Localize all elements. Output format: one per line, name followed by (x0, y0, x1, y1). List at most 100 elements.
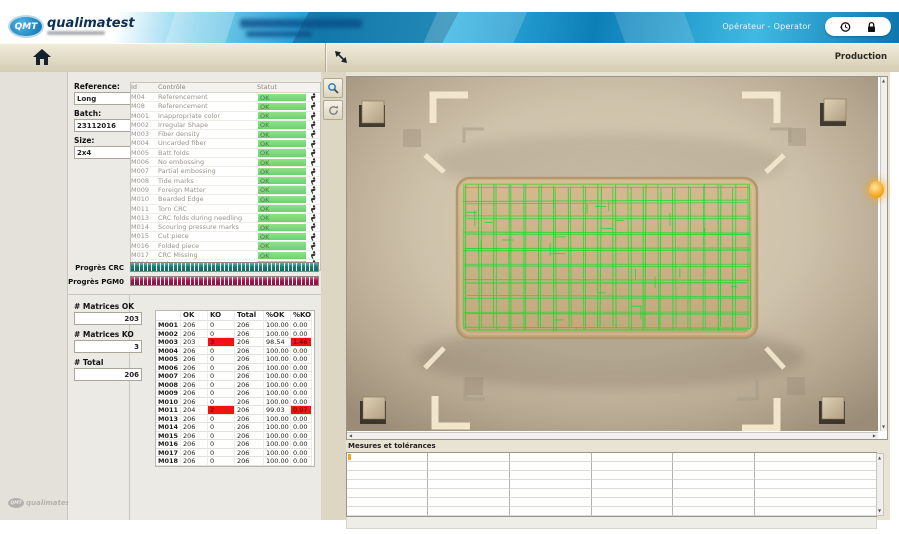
measure-cell[interactable] (592, 453, 673, 462)
total-input[interactable] (74, 368, 142, 381)
measure-cell[interactable] (592, 480, 673, 489)
measure-cell[interactable] (755, 489, 876, 498)
checklist-row[interactable]: M005 Batt folds OK (131, 149, 320, 158)
measure-cell[interactable] (510, 507, 592, 516)
measure-cell[interactable] (592, 489, 673, 498)
run-control-icon[interactable] (307, 251, 320, 259)
measure-cell[interactable] (510, 462, 592, 471)
run-control-icon[interactable] (307, 223, 320, 231)
checklist-row[interactable]: M014 Scouring pressure marks OK (131, 223, 320, 232)
session-pill[interactable] (825, 17, 891, 36)
checklist-row[interactable]: M010 Bearded Edge OK (131, 195, 320, 204)
scroll-left-icon[interactable]: ◀ (349, 434, 352, 438)
measure-cell[interactable] (510, 453, 592, 462)
measure-cell[interactable] (755, 480, 876, 489)
run-control-icon[interactable] (307, 186, 320, 194)
checklist-row[interactable]: M013 CRC folds during needling OK (131, 214, 320, 223)
measure-cell[interactable] (592, 462, 673, 471)
measure-cell[interactable] (510, 489, 592, 498)
measure-cell[interactable] (673, 462, 755, 471)
measure-cell[interactable] (428, 480, 510, 489)
viewer-horizontal-scrollbar[interactable]: ◀ ▶ (347, 432, 878, 439)
measure-cell[interactable] (510, 480, 592, 489)
run-control-icon[interactable] (307, 149, 320, 157)
checklist-row[interactable]: M08 Referencement OK (131, 102, 320, 111)
measure-cell[interactable] (673, 471, 755, 480)
run-control-icon[interactable] (307, 121, 320, 129)
measure-cell[interactable] (592, 471, 673, 480)
expand-view-button[interactable] (332, 49, 350, 67)
zoom-tool-button[interactable] (323, 78, 343, 98)
run-control-icon[interactable] (307, 93, 320, 101)
checklist-row[interactable]: M001 Inappropriate color OK (131, 112, 320, 121)
measure-cell[interactable] (347, 489, 428, 498)
measure-cell[interactable] (755, 507, 876, 516)
history-clock-icon[interactable] (839, 21, 851, 33)
run-control-icon[interactable] (307, 205, 320, 213)
checklist-row[interactable]: M003 Fiber density OK (131, 130, 320, 139)
measure-cell[interactable] (755, 498, 876, 507)
measure-cell[interactable] (347, 480, 428, 489)
run-control-icon[interactable] (307, 195, 320, 203)
measure-cell[interactable] (428, 471, 510, 480)
run-control-icon[interactable] (307, 168, 320, 176)
measure-cell[interactable] (347, 498, 428, 507)
run-control-icon[interactable] (307, 177, 320, 185)
measure-cell[interactable] (428, 498, 510, 507)
checklist-row[interactable]: M002 Irregular Shape OK (131, 121, 320, 130)
home-button[interactable] (30, 48, 54, 68)
run-control-icon[interactable] (307, 130, 320, 138)
run-control-icon[interactable] (307, 112, 320, 120)
camera-image[interactable] (347, 77, 878, 431)
matrices-ko-input[interactable] (74, 340, 142, 353)
measure-cell[interactable] (755, 462, 876, 471)
viewer-vertical-scrollbar[interactable]: ▲ ▼ (880, 77, 887, 431)
scroll-up-icon[interactable]: ▲ (878, 456, 881, 460)
measure-cell[interactable] (347, 462, 428, 471)
run-control-icon[interactable] (307, 140, 320, 148)
measure-cell[interactable] (673, 480, 755, 489)
scroll-right-icon[interactable]: ▶ (873, 434, 876, 438)
measure-cell[interactable] (592, 507, 673, 516)
checklist-row[interactable]: M011 Torn CRC OK (131, 205, 320, 214)
measure-cell[interactable] (510, 498, 592, 507)
lock-icon[interactable] (866, 21, 877, 33)
run-control-icon[interactable] (307, 214, 320, 222)
checklist-row[interactable]: M004 Uncarded fiber OK (131, 139, 320, 148)
scroll-down-icon[interactable]: ▼ (882, 425, 885, 429)
measure-cell[interactable] (592, 498, 673, 507)
checklist-row[interactable]: M008 Tide marks OK (131, 177, 320, 186)
run-control-icon[interactable] (307, 158, 320, 166)
measure-cell[interactable] (347, 507, 428, 516)
measure-cell[interactable] (755, 453, 876, 462)
run-control-icon[interactable] (307, 233, 320, 241)
measure-cell[interactable] (673, 498, 755, 507)
measure-cell[interactable] (428, 489, 510, 498)
measure-cell[interactable] (673, 507, 755, 516)
scroll-down-icon[interactable]: ▼ (878, 509, 881, 513)
checklist-row[interactable]: M04 Referencement OK (131, 93, 320, 102)
measure-cell[interactable] (755, 471, 876, 480)
checklist-row[interactable]: M015 Cut piece OK (131, 232, 320, 241)
checklist-row[interactable]: M007 Partial embossing OK (131, 167, 320, 176)
matrices-ok-input[interactable] (74, 312, 142, 325)
measure-cell[interactable] (428, 462, 510, 471)
measure-cell[interactable] (510, 471, 592, 480)
run-control-icon[interactable] (307, 242, 320, 250)
checklist-row[interactable]: M017 CRC Missing OK (131, 251, 320, 260)
measure-cell[interactable] (347, 471, 428, 480)
checklist-row[interactable]: M009 Foreign Matter OK (131, 186, 320, 195)
measure-cell[interactable] (673, 453, 755, 462)
measure-cell[interactable] (673, 489, 755, 498)
checklist-row[interactable]: M006 No embossing OK (131, 158, 320, 167)
measure-cell[interactable] (347, 453, 428, 462)
image-viewer[interactable]: ▲ ▼ ◀ ▶ (346, 76, 888, 440)
measures-scrollbar[interactable]: ▲ ▼ (876, 453, 884, 516)
rotate-tool-button[interactable] (323, 100, 343, 120)
measure-cell[interactable] (428, 507, 510, 516)
scroll-up-icon[interactable]: ▲ (882, 79, 885, 83)
run-control-icon[interactable] (307, 102, 320, 110)
checklist-row[interactable]: M016 Folded piece OK (131, 242, 320, 251)
measure-cell[interactable] (428, 453, 510, 462)
side-panel-handle[interactable] (869, 181, 884, 198)
